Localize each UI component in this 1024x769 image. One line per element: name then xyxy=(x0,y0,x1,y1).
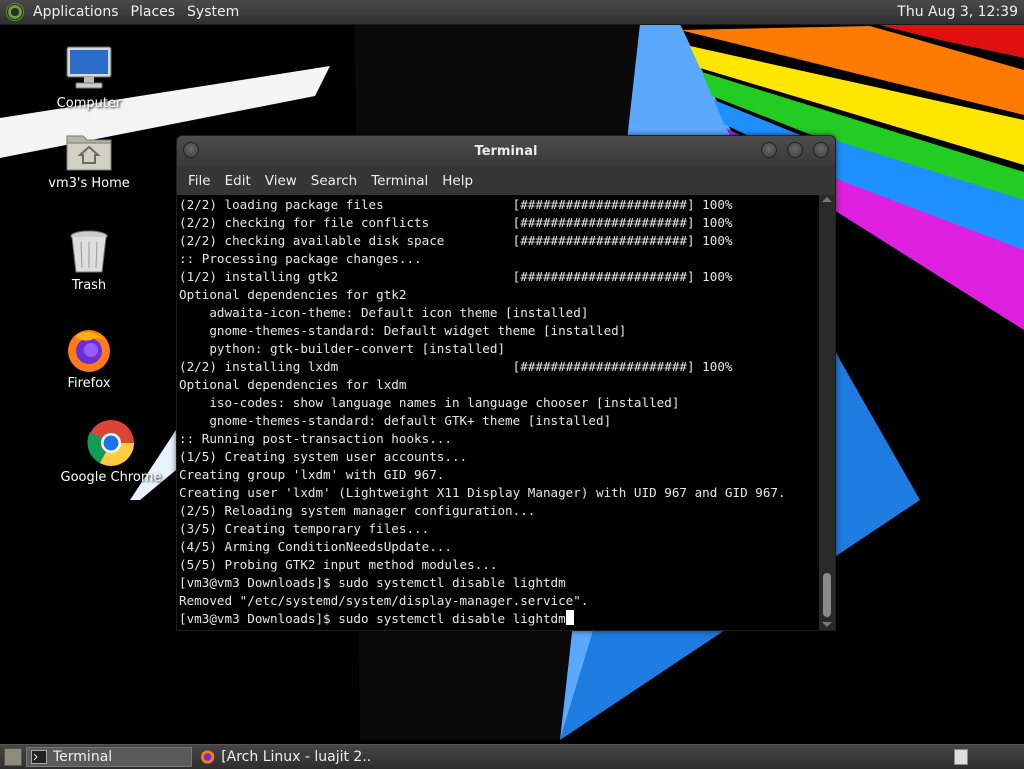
desktop-icon-label: vm3's Home xyxy=(48,176,130,191)
menu-search[interactable]: Search xyxy=(304,173,364,189)
close-icon[interactable] xyxy=(813,142,829,158)
show-desktop-icon[interactable] xyxy=(4,748,22,766)
desktop-icon-chrome[interactable]: Google Chrome xyxy=(56,418,166,485)
distro-logo-icon xyxy=(6,3,24,21)
menu-help[interactable]: Help xyxy=(435,173,480,189)
desktop-icon-trash[interactable]: Trash xyxy=(34,228,144,293)
terminal-line: (2/2) checking for file conflicts [#####… xyxy=(179,215,733,230)
terminal-line: (2/2) loading package files [###########… xyxy=(179,197,733,212)
trash-icon xyxy=(70,230,108,273)
desktop-icon-label: Firefox xyxy=(67,376,111,391)
taskbar-item-firefox[interactable]: [Arch Linux - luajit 2.... xyxy=(196,747,376,767)
terminal-line: adwaita-icon-theme: Default icon theme [… xyxy=(179,305,589,320)
computer-icon xyxy=(66,46,112,89)
terminal-icon xyxy=(31,750,47,764)
terminal-window[interactable]: Terminal File Edit View Search Terminal … xyxy=(176,135,836,631)
terminal-line: (1/5) Creating system user accounts... xyxy=(179,449,468,464)
terminal-line: (2/2) checking available disk space [###… xyxy=(179,233,733,248)
firefox-icon xyxy=(200,750,215,764)
desktop-icon-label: Trash xyxy=(71,278,107,293)
desktop-icon-label: Computer xyxy=(56,96,122,111)
minimize-icon[interactable] xyxy=(761,142,777,158)
terminal-line: Removed "/etc/systemd/system/display-man… xyxy=(179,593,589,608)
terminal-line: gnome-themes-standard: Default widget th… xyxy=(179,323,627,338)
terminal-line: (2/5) Reloading system manager configura… xyxy=(179,503,536,518)
taskbar-label: [Arch Linux - luajit 2.... xyxy=(221,749,372,765)
terminal-line: Optional dependencies for lxdm xyxy=(179,377,407,392)
terminal-line: Creating user 'lxdm' (Lightweight X11 Di… xyxy=(179,485,786,500)
terminal-line: (5/5) Probing GTK2 input method modules.… xyxy=(179,557,498,572)
clock[interactable]: Thu Aug 3, 12:39 xyxy=(897,4,1024,20)
scroll-down-icon[interactable] xyxy=(822,622,832,627)
desktop-icon-firefox[interactable]: Firefox xyxy=(34,326,144,391)
desktop-icon-label: Google Chrome xyxy=(60,470,162,485)
terminal-line: Optional dependencies for gtk2 xyxy=(179,287,407,302)
terminal-line: Creating group 'lxdm' with GID 967. xyxy=(179,467,445,482)
terminal-prompt-line[interactable]: [vm3@vm3 Downloads]$ sudo systemctl disa… xyxy=(179,611,566,626)
window-title: Terminal xyxy=(474,143,538,159)
scroll-up-icon[interactable] xyxy=(822,197,832,202)
terminal-line: iso-codes: show language names in langua… xyxy=(179,395,680,410)
scrollbar-thumb[interactable] xyxy=(823,573,831,617)
terminal-line: (2/2) installing lxdm [#################… xyxy=(179,359,733,374)
maximize-icon[interactable] xyxy=(787,142,803,158)
menu-edit[interactable]: Edit xyxy=(218,173,258,189)
taskbar-item-terminal[interactable]: Terminal xyxy=(26,747,192,767)
taskbar-label: Terminal xyxy=(53,749,113,765)
menu-terminal[interactable]: Terminal xyxy=(364,173,435,189)
terminal-scrollbar[interactable] xyxy=(819,195,835,630)
desktop-icon-computer[interactable]: Computer xyxy=(34,44,144,111)
terminal-line: python: gtk-builder-convert [installed] xyxy=(179,341,506,356)
terminal-output[interactable]: (2/2) loading package files [###########… xyxy=(177,195,819,630)
desktop-icon-home[interactable]: vm3's Home xyxy=(34,128,144,191)
home-folder-icon xyxy=(66,135,112,171)
terminal-line: (4/5) Arming ConditionNeedsUpdate... xyxy=(179,539,452,554)
window-titlebar[interactable]: Terminal xyxy=(177,136,835,166)
terminal-line: gnome-themes-standard: default GTK+ them… xyxy=(179,413,612,428)
menu-view[interactable]: View xyxy=(258,173,304,189)
terminal-line: [vm3@vm3 Downloads]$ sudo systemctl disa… xyxy=(179,575,566,590)
terminal-line: :: Running post-transaction hooks... xyxy=(179,431,452,446)
window-menu-icon[interactable] xyxy=(183,142,199,158)
menu-applications[interactable]: Applications xyxy=(27,0,125,24)
terminal-menubar: File Edit View Search Terminal Help xyxy=(177,166,835,195)
menu-file[interactable]: File xyxy=(181,173,218,189)
terminal-line: (3/5) Creating temporary files... xyxy=(179,521,430,536)
bottom-panel: Terminal [Arch Linux - luajit 2.... xyxy=(0,744,1024,769)
chrome-icon xyxy=(87,420,134,466)
firefox-icon xyxy=(68,330,110,372)
top-panel: Applications Places System Thu Aug 3, 12… xyxy=(0,0,1024,25)
text-cursor xyxy=(565,610,574,625)
terminal-line: (1/2) installing gtk2 [#################… xyxy=(179,269,733,284)
menu-places[interactable]: Places xyxy=(125,4,182,20)
workspace-switcher[interactable] xyxy=(954,749,968,765)
menu-system[interactable]: System xyxy=(181,4,245,20)
applications-menu[interactable]: Applications xyxy=(0,0,125,24)
terminal-text: (2/2) loading package files [###########… xyxy=(177,195,819,629)
terminal-line: :: Processing package changes... xyxy=(179,251,422,266)
